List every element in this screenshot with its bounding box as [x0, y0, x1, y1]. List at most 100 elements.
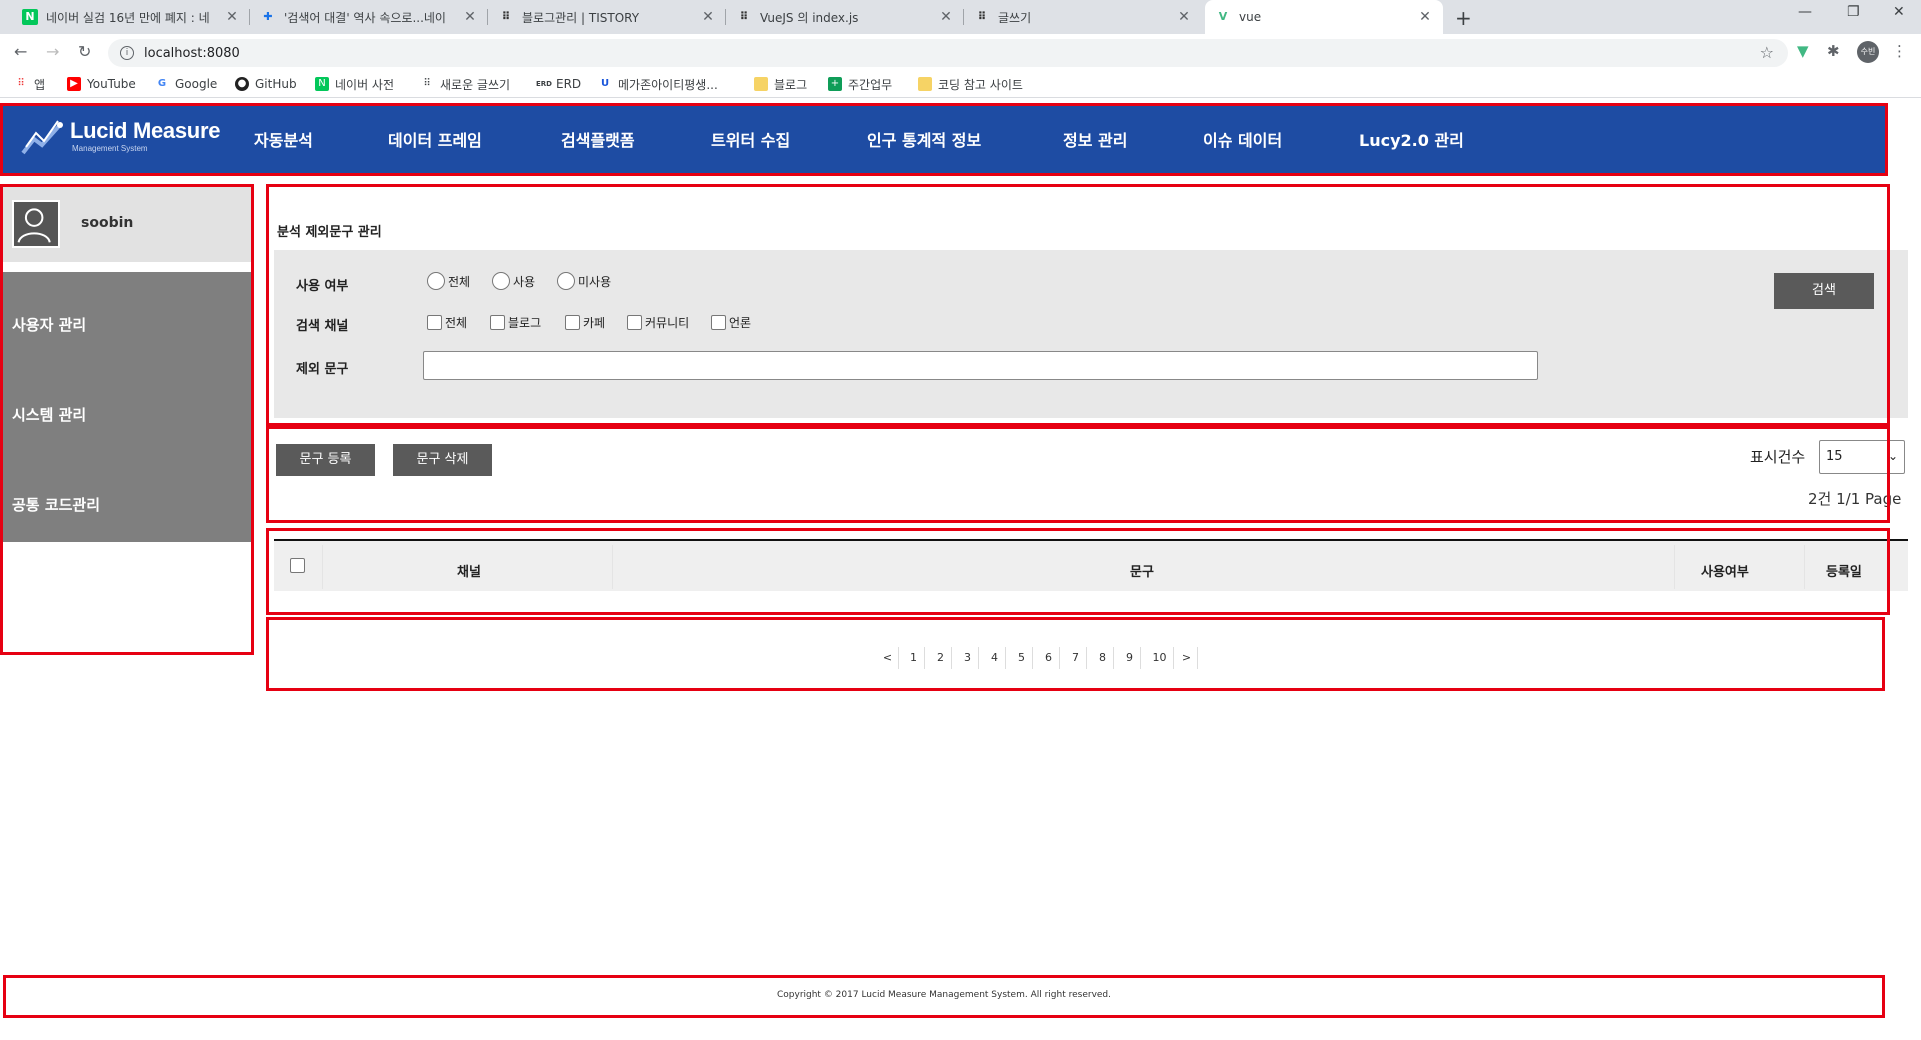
- table-header: 채널 문구 사용여부 등록일: [274, 539, 1908, 591]
- side-menu: 사용자 관리 시스템 관리 공통 코드관리: [3, 272, 253, 542]
- check-channel-press[interactable]: 언론: [711, 314, 751, 331]
- close-icon[interactable]: ✕: [1176, 9, 1192, 25]
- search-panel: 사용 여부 전체 사용 미사용 검색 채널 전체 블로그 카페 커뮤니티 언론 …: [274, 250, 1908, 418]
- page-8[interactable]: 8: [1092, 647, 1114, 669]
- page-10[interactable]: 10: [1146, 647, 1174, 669]
- bookmark-star-icon[interactable]: ☆: [1760, 43, 1774, 62]
- close-icon[interactable]: ✕: [1417, 9, 1433, 25]
- column-reg-date: 등록일: [1826, 565, 1862, 580]
- app-page: N 네이버 실검 16년 만에 폐지 : 네 ✕ ✚ '검색어 대결' 역사 속…: [0, 0, 1921, 1040]
- close-icon[interactable]: ✕: [462, 9, 478, 25]
- close-icon[interactable]: ✕: [700, 9, 716, 25]
- folder-icon: [918, 77, 932, 91]
- page-3[interactable]: 3: [957, 647, 979, 669]
- bookmark-weekly[interactable]: + 주간업무: [828, 74, 892, 94]
- phrase-input[interactable]: [423, 351, 1538, 380]
- bookmark-erd[interactable]: ERD ERD: [536, 74, 581, 94]
- page-size-select[interactable]: 15 ⌄: [1819, 440, 1905, 474]
- page-5[interactable]: 5: [1011, 647, 1033, 669]
- column-phrase: 문구: [1130, 565, 1154, 580]
- page-9[interactable]: 9: [1119, 647, 1141, 669]
- vue-devtools-icon[interactable]: ▼: [1797, 42, 1809, 60]
- github-icon: ●: [235, 77, 249, 91]
- new-tab-button[interactable]: +: [1455, 6, 1472, 30]
- bookmark-youtube[interactable]: ▶ YouTube: [67, 74, 136, 94]
- nav-demographics[interactable]: 인구 통계적 정보: [867, 127, 981, 151]
- radio-usage-unused[interactable]: 미사용: [557, 272, 611, 290]
- page-6[interactable]: 6: [1038, 647, 1060, 669]
- register-phrase-button[interactable]: 문구 등록: [276, 444, 375, 476]
- column-usage: 사용여부: [1701, 565, 1749, 580]
- nav-info-manage[interactable]: 정보 관리: [1063, 127, 1127, 151]
- google-icon: G: [157, 78, 167, 89]
- reload-icon[interactable]: ↻: [78, 42, 91, 61]
- info-icon[interactable]: i: [120, 46, 134, 60]
- tab-title: vue: [1239, 10, 1262, 24]
- check-channel-blog[interactable]: 블로그: [490, 314, 541, 331]
- check-channel-cafe[interactable]: 카페: [565, 314, 605, 331]
- browser-tab-active[interactable]: V vue ✕: [1205, 0, 1443, 34]
- page-4[interactable]: 4: [984, 647, 1006, 669]
- page-2[interactable]: 2: [930, 647, 952, 669]
- check-channel-community[interactable]: 커뮤니티: [627, 314, 689, 331]
- menu-icon[interactable]: ⋮: [1892, 42, 1907, 60]
- sidebar-item-user-manage[interactable]: 사용자 관리: [12, 314, 86, 335]
- bookmark-github[interactable]: ● GitHub: [235, 74, 297, 94]
- tistory-icon: ⠿: [977, 10, 987, 23]
- browser-tab[interactable]: ✚ '검색어 대결' 역사 속으로...네이 ✕: [250, 0, 488, 34]
- next-page-icon[interactable]: >: [1176, 647, 1198, 669]
- check-channel-all[interactable]: 전체: [427, 314, 467, 331]
- bookmark-folder-blog[interactable]: 블로그: [754, 74, 807, 94]
- address-bar[interactable]: i localhost:8080 ☆: [108, 39, 1788, 67]
- footer-copyright: Copyright © 2017 Lucid Measure Managemen…: [776, 990, 1111, 1000]
- nav-issue-data[interactable]: 이슈 데이터: [1203, 127, 1282, 151]
- browser-tab[interactable]: ⠿ 글쓰기 ✕: [964, 0, 1202, 34]
- sidebar-item-system-manage[interactable]: 시스템 관리: [12, 404, 86, 425]
- page-title: 분석 제외문구 관리: [277, 225, 382, 240]
- select-all-checkbox[interactable]: [290, 558, 305, 573]
- nav-search-platform[interactable]: 검색플랫폼: [561, 127, 635, 151]
- browser-tab[interactable]: ⠿ 블로그관리 | TISTORY ✕: [488, 0, 726, 34]
- bookmark-megazone[interactable]: U 메가존아이티평생...: [598, 74, 718, 94]
- window-close-icon[interactable]: ✕: [1893, 4, 1905, 20]
- close-icon[interactable]: ✕: [938, 9, 954, 25]
- vue-icon: V: [1218, 10, 1228, 23]
- bookmark-new-post[interactable]: ⠿ 새로운 글쓰기: [420, 74, 510, 94]
- naver-dict-icon: N: [315, 77, 329, 91]
- radio-usage-used[interactable]: 사용: [492, 272, 535, 290]
- browser-tab[interactable]: ⠿ VueJS 의 index.js ✕: [726, 0, 964, 34]
- browser-toolbar: ← → ↻ i localhost:8080 ☆ ▼ ✱ ⋮: [0, 34, 1921, 70]
- naver-icon: N: [22, 9, 38, 25]
- nav-lucy-manage[interactable]: Lucy2.0 관리: [1359, 127, 1464, 151]
- sidebar-item-common-code[interactable]: 공통 코드관리: [12, 494, 100, 515]
- radio-usage-all[interactable]: 전체: [427, 272, 470, 290]
- page-1[interactable]: 1: [903, 647, 925, 669]
- forward-icon[interactable]: →: [46, 42, 59, 61]
- result-count: 2건 1/1 Page: [1808, 490, 1902, 508]
- apps-grid-icon: ⠿: [17, 78, 25, 89]
- delete-phrase-button[interactable]: 문구 삭제: [393, 444, 492, 476]
- bookmark-apps[interactable]: ⠿ 앱: [14, 74, 45, 94]
- profile-avatar[interactable]: 수빈: [1857, 41, 1879, 63]
- annotation-frame: [266, 426, 1890, 523]
- bookmark-naver-dict[interactable]: N 네이버 사전: [315, 74, 394, 94]
- search-button[interactable]: 검색: [1774, 273, 1874, 309]
- page-7[interactable]: 7: [1065, 647, 1087, 669]
- nav-auto-analysis[interactable]: 자동분석: [254, 127, 313, 151]
- close-icon[interactable]: ✕: [224, 9, 240, 25]
- chevron-down-icon: ⌄: [1887, 449, 1898, 463]
- extensions-icon[interactable]: ✱: [1827, 42, 1840, 60]
- restore-icon[interactable]: ❐: [1847, 4, 1860, 20]
- bookmark-folder-coding[interactable]: 코딩 참고 사이트: [918, 74, 1023, 94]
- logo-title[interactable]: Lucid Measure: [70, 118, 220, 144]
- back-icon[interactable]: ←: [14, 42, 27, 61]
- minimize-icon[interactable]: —: [1798, 4, 1812, 20]
- megazone-icon: U: [600, 78, 610, 89]
- browser-tab[interactable]: N 네이버 실검 16년 만에 폐지 : 네 ✕: [12, 0, 250, 34]
- sheets-icon: +: [828, 77, 842, 91]
- bookmark-google[interactable]: G Google: [155, 74, 217, 94]
- nav-data-frame[interactable]: 데이터 프레임: [388, 127, 482, 151]
- nav-twitter-collect[interactable]: 트위터 수집: [711, 127, 790, 151]
- tistory-icon: ⠿: [739, 10, 749, 23]
- prev-page-icon[interactable]: <: [877, 647, 899, 669]
